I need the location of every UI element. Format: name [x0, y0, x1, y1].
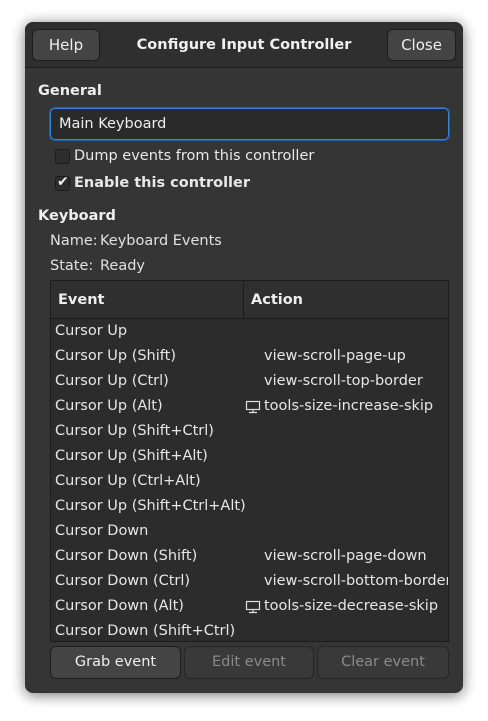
event-cell: Cursor Down (Ctrl) [55, 573, 191, 589]
event-cell: Cursor Down (Shift+Ctrl) [55, 623, 236, 639]
table-row[interactable]: Cursor Up (Ctrl+Alt) [51, 469, 448, 494]
configure-input-controller-dialog: Help Configure Input Controller Close Ge… [25, 22, 463, 693]
table-row[interactable]: Cursor Down (Shift) view-scroll-page-down [51, 544, 448, 569]
event-cell: Cursor Up (Shift+Ctrl) [55, 423, 214, 439]
keyboard-section-label: Keyboard [38, 208, 116, 224]
close-button[interactable]: Close [387, 29, 456, 61]
dump-events-checkbox[interactable] [55, 149, 70, 164]
event-cell: Cursor Down (Shift) [55, 548, 198, 564]
table-row[interactable]: Cursor Up [51, 319, 448, 344]
enable-controller-label: Enable this controller [74, 175, 250, 191]
controller-state-row: State: Ready [50, 258, 145, 274]
enable-controller-checkbox[interactable]: ✔ [55, 174, 70, 191]
table-row[interactable]: Cursor Up (Shift+Ctrl) [51, 419, 448, 444]
controller-name-input[interactable]: Main Keyboard [49, 107, 450, 141]
event-cell: Cursor Down (Alt) [55, 598, 184, 614]
dump-events-label: Dump events from this controller [74, 148, 315, 164]
edit-event-button[interactable]: Edit event [184, 646, 314, 679]
table-row[interactable]: Cursor Down [51, 519, 448, 544]
state-value: Ready [100, 258, 146, 274]
name-value: Keyboard Events [100, 233, 222, 249]
table-row[interactable]: Cursor Up (Shift) view-scroll-page-up [51, 344, 448, 369]
action-cell: tools-size-decrease-skip [264, 598, 439, 614]
event-cell: Cursor Up (Ctrl) [55, 373, 169, 389]
checkmark-icon: ✔ [57, 174, 69, 190]
column-header-action[interactable]: Action [251, 281, 303, 319]
grab-event-button[interactable]: Grab event [50, 646, 181, 679]
tool-size-icon [245, 600, 261, 614]
table-row[interactable]: Cursor Up (Ctrl) view-scroll-top-border [51, 369, 448, 394]
table-row[interactable]: Cursor Down (Ctrl) view-scroll-bottom-bor… [51, 569, 448, 594]
table-body: Cursor Up Cursor Up (Shift) view-scroll-pa… [51, 319, 448, 641]
name-key: Name: [50, 233, 98, 249]
event-cell: Cursor Down [55, 523, 149, 539]
table-row[interactable]: Cursor Up (Shift+Alt) [51, 444, 448, 469]
event-cell: Cursor Up [55, 323, 128, 339]
header-bar: Help Configure Input Controller Close [25, 22, 463, 68]
action-cell: tools-size-increase-skip [264, 398, 434, 414]
action-cell: view-scroll-bottom-border [264, 573, 449, 589]
controller-name-row: Name: Keyboard Events [50, 233, 222, 249]
event-cell: Cursor Up (Alt) [55, 398, 163, 414]
state-key: State: [50, 258, 94, 274]
event-action-table[interactable]: Event Action Cursor Up Cursor Up (Shift) v… [50, 280, 449, 642]
table-row[interactable]: Cursor Down (Shift+Ctrl) [51, 619, 448, 641]
event-cell: Cursor Up (Shift+Alt) [55, 448, 208, 464]
column-header-event[interactable]: Event [58, 281, 104, 319]
action-cell: view-scroll-page-up [264, 348, 406, 364]
event-cell: Cursor Up (Ctrl+Alt) [55, 473, 201, 489]
table-row[interactable]: Cursor Up (Alt) tools-size-increase-skip [51, 394, 448, 419]
column-separator [243, 281, 244, 319]
event-cell: Cursor Up (Shift) [55, 348, 176, 364]
table-row[interactable]: Cursor Down (Alt) tools-size-decrease-ski… [51, 594, 448, 619]
tool-size-icon [245, 400, 261, 414]
dialog-title: Configure Input Controller [136, 37, 352, 53]
action-cell: view-scroll-page-down [264, 548, 427, 564]
clear-event-button[interactable]: Clear event [317, 646, 449, 679]
event-cell: Cursor Up (Shift+Ctrl+Alt) [55, 498, 246, 514]
table-header: Event Action [51, 281, 448, 319]
general-section-label: General [38, 83, 102, 99]
action-cell: view-scroll-top-border [264, 373, 423, 389]
table-row[interactable]: Cursor Up (Shift+Ctrl+Alt) [51, 494, 448, 519]
help-button[interactable]: Help [32, 29, 100, 61]
